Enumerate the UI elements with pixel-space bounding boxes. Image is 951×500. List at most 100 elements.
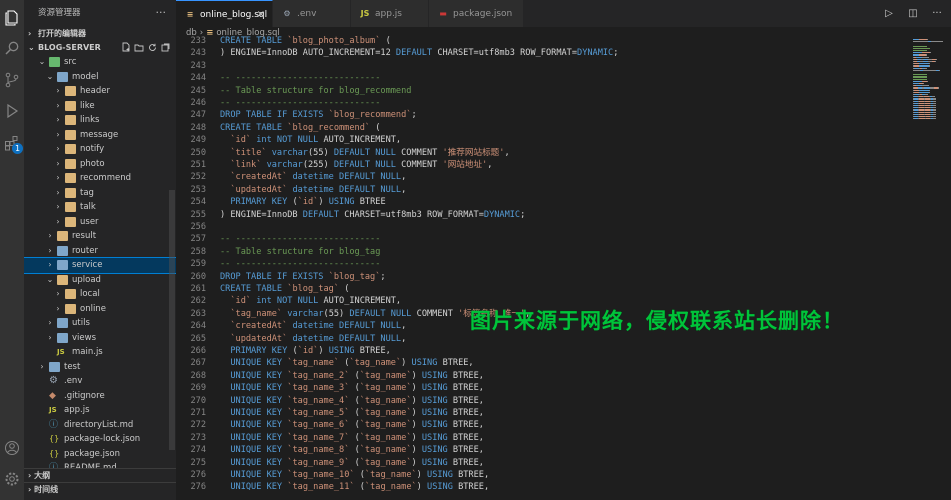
line-number: 261	[190, 284, 206, 294]
code-token: varchar	[266, 147, 308, 158]
code-token: DEFAULT NULL	[349, 308, 412, 319]
minimap-stroke	[932, 113, 936, 115]
line-number: 246	[190, 98, 206, 108]
minimap-stroke	[913, 78, 927, 80]
minimap-stroke	[913, 45, 927, 47]
code-token: ;	[411, 110, 417, 121]
tree-item-user[interactable]: › user	[24, 215, 176, 230]
close-icon[interactable]: ×	[257, 1, 265, 28]
line-source: `updatedAt` datetime DEFAULT NULL,	[220, 333, 406, 345]
tree-item-photo[interactable]: › photo	[24, 157, 176, 172]
code-token: (	[354, 482, 365, 493]
tab-env[interactable]: ⚙ .env	[273, 0, 351, 27]
tree-item-utils[interactable]: › utils	[24, 316, 176, 331]
tree-item-links[interactable]: › links	[24, 113, 176, 128]
tree-item-package-lock-json[interactable]: {} package-lock.json	[24, 432, 176, 447]
new-folder-icon[interactable]	[134, 41, 144, 53]
tree-item-test[interactable]: › test	[24, 360, 176, 375]
tree-item-notify[interactable]: › notify	[24, 142, 176, 157]
tab-app-js[interactable]: JS app.js	[351, 0, 429, 27]
line-number: 243	[190, 48, 206, 59]
code-token: ,	[401, 333, 407, 344]
account-icon[interactable]	[2, 438, 22, 458]
tree-item-app-js[interactable]: JS app.js	[24, 403, 176, 418]
tree-item-package-json[interactable]: {} package.json	[24, 447, 176, 462]
extensions-icon[interactable]: 1	[2, 133, 23, 154]
line-source: `id` int NOT NULL AUTO_INCREMENT,	[220, 134, 401, 146]
code-line: 254 PRIMARY KEY (`id`) USING BTREE	[176, 196, 901, 208]
more-actions-icon[interactable]: ···	[156, 0, 167, 26]
tree-item-views[interactable]: › views	[24, 331, 176, 346]
source-control-icon[interactable]	[2, 70, 22, 90]
code-token: UNIQUE KEY	[230, 457, 283, 468]
tree-item-local[interactable]: › local	[24, 287, 176, 302]
tree-item-router[interactable]: › router	[24, 244, 176, 259]
run-icon[interactable]: ▷	[883, 7, 895, 19]
chevron-right-icon: ›	[56, 129, 60, 139]
project-section[interactable]: ⌄ BLOG-SERVER	[24, 40, 176, 56]
tree-item-upload[interactable]: ⌄ upload	[24, 273, 176, 288]
tree-item-like[interactable]: › like	[24, 99, 176, 114]
code-editor[interactable]: 233 CREATE TABLE `blog_photo_album` (243)…	[176, 35, 901, 500]
tree-item-online[interactable]: › online	[24, 302, 176, 317]
code-token: BTREE,	[447, 370, 484, 381]
minimap[interactable]	[909, 35, 951, 500]
tree-item--gitignore[interactable]: ◆ .gitignore	[24, 389, 176, 404]
code-line: 260 DROP TABLE IF EXISTS `blog_tag`;	[176, 271, 901, 283]
code-line: 248 CREATE TABLE `blog_recommend` (	[176, 122, 901, 134]
tree-item-result[interactable]: › result	[24, 229, 176, 244]
line-source: PRIMARY KEY (`id`) USING BTREE,	[220, 345, 390, 357]
collapse-all-icon[interactable]	[160, 41, 170, 53]
line-number: 258	[190, 246, 206, 257]
line-number: 276	[190, 470, 206, 480]
tree-item-directorylist-md[interactable]: ⓘ directoryList.md	[24, 418, 176, 433]
tree-item-model[interactable]: ⌄ model	[24, 70, 176, 85]
new-file-icon[interactable]	[121, 41, 131, 53]
tree-item-tag[interactable]: › tag	[24, 186, 176, 201]
tree-item-talk[interactable]: › talk	[24, 200, 176, 215]
run-debug-icon[interactable]	[2, 101, 22, 121]
tree-item-message[interactable]: › message	[24, 128, 176, 143]
code-token: USING	[421, 383, 448, 394]
code-token: datetime DEFAULT NULL	[287, 184, 402, 195]
tree-item-service[interactable]: › service	[24, 257, 176, 274]
minimap-stroke	[913, 50, 927, 52]
tab-package-json[interactable]: ▬ package.json	[429, 0, 524, 27]
explorer-icon[interactable]	[2, 8, 22, 28]
search-icon[interactable]	[2, 38, 22, 58]
tree-item-src[interactable]: ⌄ src	[24, 55, 176, 70]
code-token: BTREE,	[447, 420, 484, 431]
tab-online-blog-sql[interactable]: ≡ online_blog.sql ×	[176, 0, 273, 27]
code-token: `id`	[230, 135, 252, 146]
json-file-icon: {}	[49, 448, 60, 458]
code-token: UNIQUE KEY	[230, 470, 283, 480]
outline-section[interactable]: › 大纲	[24, 468, 176, 482]
tree-item--env[interactable]: ⚙ .env	[24, 374, 176, 389]
code-token: `tag_name`	[359, 445, 412, 456]
more-actions-icon[interactable]: ···	[931, 7, 943, 19]
manage-gear-icon[interactable]	[2, 469, 22, 489]
timeline-label: 时间线	[34, 485, 59, 494]
minimap-stroke	[923, 69, 936, 71]
refresh-icon[interactable]	[147, 41, 157, 53]
tree-item-header[interactable]: › header	[24, 84, 176, 99]
code-token: -- ----------------------------	[220, 259, 381, 270]
line-source: UNIQUE KEY `tag_name_2` (`tag_name`) USI…	[220, 370, 484, 382]
tree-item-main-js[interactable]: JS main.js	[24, 345, 176, 360]
tree-item-recommend[interactable]: › recommend	[24, 171, 176, 186]
line-source: -- ----------------------------	[220, 72, 380, 84]
sidebar-scrollbar[interactable]	[169, 190, 175, 450]
split-editor-icon[interactable]: ◫	[907, 7, 919, 19]
code-token: )	[411, 432, 422, 443]
code-line: 276 UNIQUE KEY `tag_name_10` (`tag_name`…	[176, 469, 901, 481]
code-token: DYNAMIC	[483, 209, 521, 220]
timeline-section[interactable]: › 时间线	[24, 482, 176, 496]
code-token: ) ENGINE=InnoDB AUTO_INCREMENT=12	[220, 48, 396, 59]
code-token: UNIQUE KEY	[230, 408, 283, 418]
